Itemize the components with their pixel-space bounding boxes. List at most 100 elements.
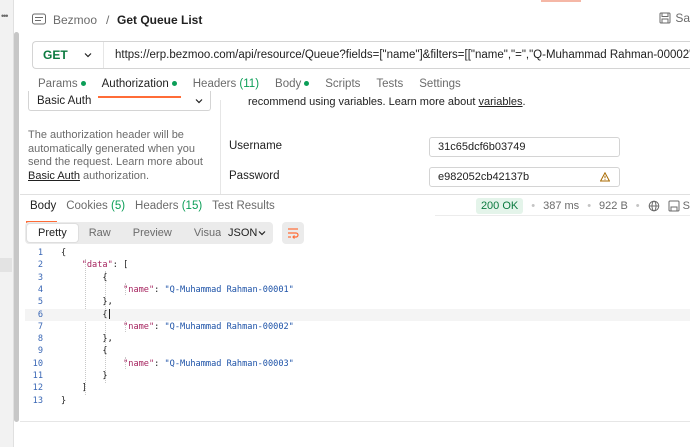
- method-label: GET: [43, 48, 68, 62]
- auth-description-text: The authorization header will be automat…: [28, 129, 203, 169]
- auth-type-value: Basic Auth: [37, 94, 92, 107]
- json-punctuation: {: [61, 272, 108, 283]
- tab-label: Params: [38, 78, 78, 90]
- left-rail: •••: [0, 0, 14, 447]
- response-tab-cookies[interactable]: Cookies (5): [61, 200, 130, 218]
- json-punctuation: ]: [61, 383, 87, 394]
- tab-label: Test Results: [212, 200, 275, 212]
- save-icon: [668, 200, 680, 212]
- code-line: 9 {: [25, 345, 690, 357]
- code-line: 10 "name": "Q-Muhammad Rahman-00003": [25, 358, 690, 370]
- response-divider: [20, 194, 690, 195]
- response-tab-test-results[interactable]: Test Results: [207, 200, 280, 218]
- tab-label: Headers: [192, 78, 237, 90]
- code-text: "data": [: [61, 259, 129, 271]
- line-number: 6: [37, 309, 43, 320]
- line-number: 1: [37, 248, 43, 258]
- tab-label: Headers: [135, 200, 179, 212]
- code-text: "name": "Q-Muhammad Rahman-00003": [61, 358, 294, 370]
- breadcrumb-workspace[interactable]: Bezmoo: [53, 13, 97, 27]
- save-button[interactable]: Sa: [659, 11, 690, 25]
- response-size[interactable]: 922 B: [599, 200, 628, 212]
- tab-label: Settings: [419, 78, 461, 90]
- chevron-down-icon: [84, 53, 92, 58]
- code-line: 5 },: [25, 296, 690, 308]
- tab-label: Body: [275, 78, 302, 90]
- warning-icon[interactable]: [600, 172, 610, 182]
- tab-label: Scripts: [325, 78, 361, 90]
- code-line: 11 }: [25, 370, 690, 382]
- line-number: 8: [37, 334, 43, 345]
- rail-selection-marker: [0, 258, 12, 272]
- text-cursor: [108, 309, 110, 319]
- password-value: e982052cb42137b: [438, 171, 530, 183]
- line-number: 4: [37, 284, 43, 295]
- tab-count: (5): [110, 200, 126, 212]
- status-badge[interactable]: 200 OK: [475, 198, 524, 214]
- meta-separator: •: [635, 200, 640, 212]
- json-punctuation: [61, 260, 82, 270]
- meta-separator: •: [531, 200, 536, 212]
- code-line: 2 "data": [: [25, 259, 690, 271]
- line-number: 5: [37, 297, 43, 308]
- format-select[interactable]: JSON: [221, 222, 273, 244]
- line-number: 3: [37, 272, 43, 283]
- modified-indicator: [304, 81, 310, 87]
- view-mode-raw[interactable]: Raw: [78, 224, 122, 242]
- json-string: "Q-Muhammad Rahman-00002": [164, 321, 294, 332]
- sidebar-scrollbar[interactable]: [14, 32, 19, 422]
- view-mode-switcher: Pretty Raw Preview Visualize: [25, 222, 251, 244]
- code-text: {: [61, 272, 108, 284]
- json-punctuation: }: [61, 395, 67, 406]
- url-input[interactable]: https://erp.bezmoo.com/api/resource/Queu…: [104, 49, 690, 61]
- network-globe-icon[interactable]: [648, 200, 660, 212]
- code-text: },: [61, 296, 113, 308]
- username-field[interactable]: 31c65dcf6b03749: [429, 137, 620, 157]
- line-number: 9: [37, 346, 43, 357]
- code-line: 6 {: [25, 308, 690, 321]
- response-tab-headers[interactable]: Headers (15): [130, 200, 207, 218]
- response-tabs: Body Cookies (5) Headers (15) Test Results: [25, 200, 280, 223]
- response-toolbar: Pretty Raw Preview Visualize JSON: [25, 222, 690, 244]
- save-response-button[interactable]: S: [668, 200, 690, 212]
- line-number: 11: [32, 371, 43, 381]
- password-field[interactable]: e982052cb42137b: [429, 167, 620, 187]
- json-punctuation: [61, 322, 123, 332]
- response-body-editor[interactable]: 1{2 "data": [3 {4 "name": "Q-Muhammad Ra…: [25, 247, 690, 407]
- request-header: Bezmoo / Get Queue List Sa: [20, 0, 690, 38]
- json-string: "Q-Muhammad Rahman-00001": [164, 284, 294, 295]
- field-divider: [435, 215, 690, 216]
- line-number: 12: [32, 383, 43, 394]
- response-time[interactable]: 387 ms: [543, 200, 579, 212]
- password-label: Password: [229, 170, 280, 182]
- tab-count: (11): [239, 78, 260, 90]
- auth-description: The authorization header will be automat…: [28, 129, 218, 183]
- code-line: 1{: [25, 247, 690, 259]
- json-punctuation: :: [154, 358, 165, 369]
- code-line: 13}: [25, 395, 690, 407]
- tab-label: Authorization: [101, 78, 169, 90]
- json-punctuation: [61, 285, 123, 295]
- code-text: }: [61, 395, 66, 407]
- code-text: {: [61, 247, 66, 259]
- more-options-icon[interactable]: •••: [1, 11, 9, 21]
- json-punctuation: :: [154, 284, 165, 295]
- wrap-lines-icon: [288, 228, 299, 239]
- basic-auth-link[interactable]: Basic Auth: [28, 170, 80, 182]
- url-bar: GET https://erp.bezmoo.com/api/resource/…: [32, 41, 690, 69]
- request-title[interactable]: Get Queue List: [117, 13, 202, 27]
- bottom-divider: [20, 421, 690, 422]
- chevron-down-icon: [195, 99, 203, 104]
- method-select[interactable]: GET: [33, 42, 104, 68]
- json-punctuation: },: [61, 297, 113, 308]
- save-icon: [659, 12, 671, 24]
- auth-type-select[interactable]: Basic Auth: [28, 91, 211, 111]
- save-label: Sa: [675, 11, 690, 25]
- code-line: 7 "name": "Q-Muhammad Rahman-00002": [25, 321, 690, 333]
- wrap-lines-button[interactable]: [282, 222, 304, 244]
- view-mode-preview[interactable]: Preview: [122, 224, 183, 242]
- variables-link[interactable]: variables: [479, 96, 523, 108]
- code-text: }: [61, 370, 107, 382]
- view-mode-pretty[interactable]: Pretty: [27, 224, 78, 242]
- response-tab-body[interactable]: Body: [25, 200, 61, 223]
